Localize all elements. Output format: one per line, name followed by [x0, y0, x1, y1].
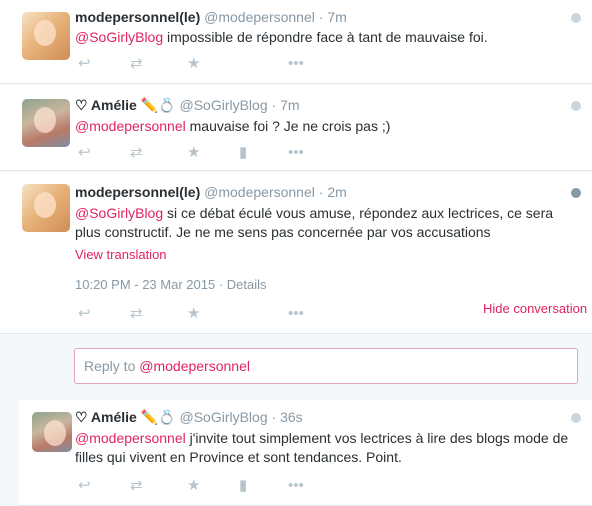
tweet-actions: ↩ ⇄ ★ •••	[78, 306, 318, 322]
retweet-icon[interactable]: ⇄	[130, 478, 143, 494]
tweet-text: @modepersonnel j'invite tout simplement …	[75, 429, 575, 467]
retweet-icon[interactable]: ⇄	[130, 145, 143, 161]
retweet-icon[interactable]: ⇄	[130, 306, 143, 322]
user-handle[interactable]: @SoGirlyBlog	[179, 97, 267, 113]
tweet-time[interactable]: 7m	[327, 9, 346, 25]
tweet-actions: ↩ ⇄ ★ ▮ •••	[78, 478, 318, 494]
tweet-header: ♡ Amélie ✏️💍 @SoGirlyBlog · 36s	[75, 409, 303, 426]
user-name[interactable]: ♡ Amélie ✏️💍	[75, 409, 176, 425]
avatar[interactable]	[22, 99, 70, 147]
analytics-icon[interactable]: ▮	[239, 478, 247, 494]
separator-dot: ·	[271, 409, 277, 425]
tweet-header: ♡ Amélie ✏️💍 @SoGirlyBlog · 7m	[75, 97, 300, 114]
avatar[interactable]	[22, 184, 70, 232]
tweet-reply[interactable]: ♡ Amélie ✏️💍 @SoGirlyBlog · 36s @modeper…	[19, 400, 592, 506]
tweet-expanded[interactable]: modepersonnel(le) @modepersonnel · 2m @S…	[0, 172, 592, 334]
tweet-body: impossible de répondre face à tant de ma…	[163, 29, 488, 45]
retweet-icon[interactable]: ⇄	[130, 56, 143, 72]
user-name[interactable]: modepersonnel(le)	[75, 184, 200, 200]
hide-conversation-link[interactable]: Hide conversation	[483, 301, 587, 316]
avatar[interactable]	[22, 12, 70, 60]
globe-icon	[571, 101, 581, 111]
tweet-header: modepersonnel(le) @modepersonnel · 7m	[75, 9, 347, 25]
globe-icon	[571, 13, 581, 23]
reply-prefix: Reply to	[84, 358, 140, 374]
star-icon[interactable]: ★	[187, 56, 200, 72]
user-handle[interactable]: @modepersonnel	[204, 184, 315, 200]
reply-icon[interactable]: ↩	[78, 145, 91, 161]
tweet-body: mauvaise foi ? Je ne crois pas ;)	[185, 118, 391, 134]
tweet-actions: ↩ ⇄ ★ ▮ •••	[78, 145, 318, 161]
details-link[interactable]: Details	[227, 277, 267, 292]
more-icon[interactable]: •••	[288, 56, 304, 72]
tweet-text: @SoGirlyBlog impossible de répondre face…	[75, 28, 575, 47]
reply-icon[interactable]: ↩	[78, 478, 91, 494]
tweet[interactable]: ♡ Amélie ✏️💍 @SoGirlyBlog · 7m @modepers…	[0, 85, 592, 171]
tweet-time[interactable]: 36s	[280, 409, 303, 425]
mention-link[interactable]: @SoGirlyBlog	[75, 29, 163, 45]
reply-icon[interactable]: ↩	[78, 56, 91, 72]
more-icon[interactable]: •••	[288, 145, 304, 161]
user-name[interactable]: ♡ Amélie ✏️💍	[75, 97, 176, 113]
separator-dot: ·	[271, 97, 277, 113]
mention-link[interactable]: @modepersonnel	[75, 430, 186, 446]
more-icon[interactable]: •••	[288, 306, 304, 322]
globe-icon	[571, 188, 581, 198]
tweet-text: @modepersonnel mauvaise foi ? Je ne croi…	[75, 117, 575, 136]
more-icon[interactable]: •••	[288, 478, 304, 494]
user-handle[interactable]: @SoGirlyBlog	[179, 409, 267, 425]
tweet-metadata: 10:20 PM - 23 Mar 2015 · Details	[75, 277, 267, 292]
user-name[interactable]: modepersonnel(le)	[75, 9, 200, 25]
tweet-time[interactable]: 7m	[280, 97, 299, 113]
globe-icon	[571, 413, 581, 423]
user-handle[interactable]: @modepersonnel	[204, 9, 315, 25]
reply-icon[interactable]: ↩	[78, 306, 91, 322]
tweet-actions: ↩ ⇄ ★ •••	[78, 56, 318, 72]
star-icon[interactable]: ★	[187, 306, 200, 322]
tweet-text: @SoGirlyBlog si ce débat éculé vous amus…	[75, 204, 565, 242]
analytics-icon[interactable]: ▮	[239, 145, 247, 161]
avatar[interactable]	[32, 412, 72, 452]
separator-dot: ·	[318, 184, 324, 200]
reply-mention: @modepersonnel	[139, 358, 250, 374]
star-icon[interactable]: ★	[187, 478, 200, 494]
mention-link[interactable]: @SoGirlyBlog	[75, 205, 163, 221]
tweet[interactable]: modepersonnel(le) @modepersonnel · 7m @S…	[0, 0, 592, 84]
reply-input[interactable]: Reply to @modepersonnel	[74, 348, 578, 384]
mention-link[interactable]: @modepersonnel	[75, 118, 186, 134]
view-translation-link[interactable]: View translation	[75, 247, 167, 262]
star-icon[interactable]: ★	[187, 145, 200, 161]
tweet-time[interactable]: 2m	[327, 184, 346, 200]
separator-dot: ·	[218, 277, 224, 292]
separator-dot: ·	[318, 9, 324, 25]
tweet-header: modepersonnel(le) @modepersonnel · 2m	[75, 184, 347, 200]
tweet-timestamp[interactable]: 10:20 PM - 23 Mar 2015	[75, 277, 215, 292]
